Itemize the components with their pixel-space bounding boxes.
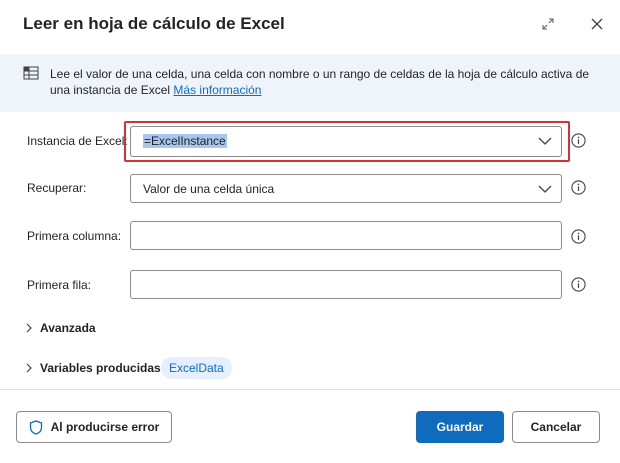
info-banner: Lee el valor de una celda, una celda con… [0,54,620,112]
save-button[interactable]: Guardar [416,411,504,443]
dialog-title: Leer en hoja de cálculo de Excel [23,14,285,33]
info-circle-icon[interactable] [571,229,586,244]
read-excel-dialog: Leer en hoja de cálculo de Excel Lee el … [0,0,620,463]
info-circle-icon[interactable] [571,180,586,195]
on-error-button[interactable]: Al producirse error [16,411,172,443]
excel-instance-label: Instancia de Excel: [27,134,128,148]
retrieve-select[interactable]: Valor de una celda única [130,174,562,203]
excel-instance-value: =ExcelInstance [143,134,227,148]
advanced-label: Avanzada [40,321,96,335]
retrieve-value: Valor de una celda única [143,182,275,196]
excel-instance-value-wrap: =ExcelInstance [143,134,227,148]
retrieve-label: Recuperar: [27,181,87,195]
first-column-input[interactable] [130,221,562,250]
variables-section-toggle[interactable]: Variables producidas [24,361,161,375]
close-icon [591,18,603,30]
info-circle-icon[interactable] [571,277,586,292]
info-text: Lee el valor de una celda, una celda con… [50,67,590,97]
advanced-section-toggle[interactable]: Avanzada [24,321,96,335]
chevron-down-icon [538,137,552,145]
chevron-down-icon [538,185,552,193]
excel-instance-select[interactable]: =ExcelInstance [130,126,562,157]
first-row-label: Primera fila: [27,278,92,292]
variable-chip[interactable]: ExcelData [161,357,232,379]
shield-icon [29,419,42,435]
first-column-label: Primera columna: [27,229,122,243]
info-description: Lee el valor de una celda, una celda con… [50,66,605,98]
chevron-right-icon [26,323,32,333]
footer-divider [0,389,620,390]
on-error-label: Al producirse error [50,420,160,434]
cancel-button[interactable]: Cancelar [512,411,600,443]
info-circle-icon[interactable] [571,133,586,148]
excel-sheet-icon [23,66,39,80]
expand-button[interactable] [537,13,559,35]
close-button[interactable] [586,13,608,35]
more-info-link[interactable]: Más información [173,83,261,97]
first-row-input[interactable] [130,270,562,299]
expand-icon [542,18,554,30]
variables-label: Variables producidas [40,361,161,375]
chevron-right-icon [26,363,32,373]
